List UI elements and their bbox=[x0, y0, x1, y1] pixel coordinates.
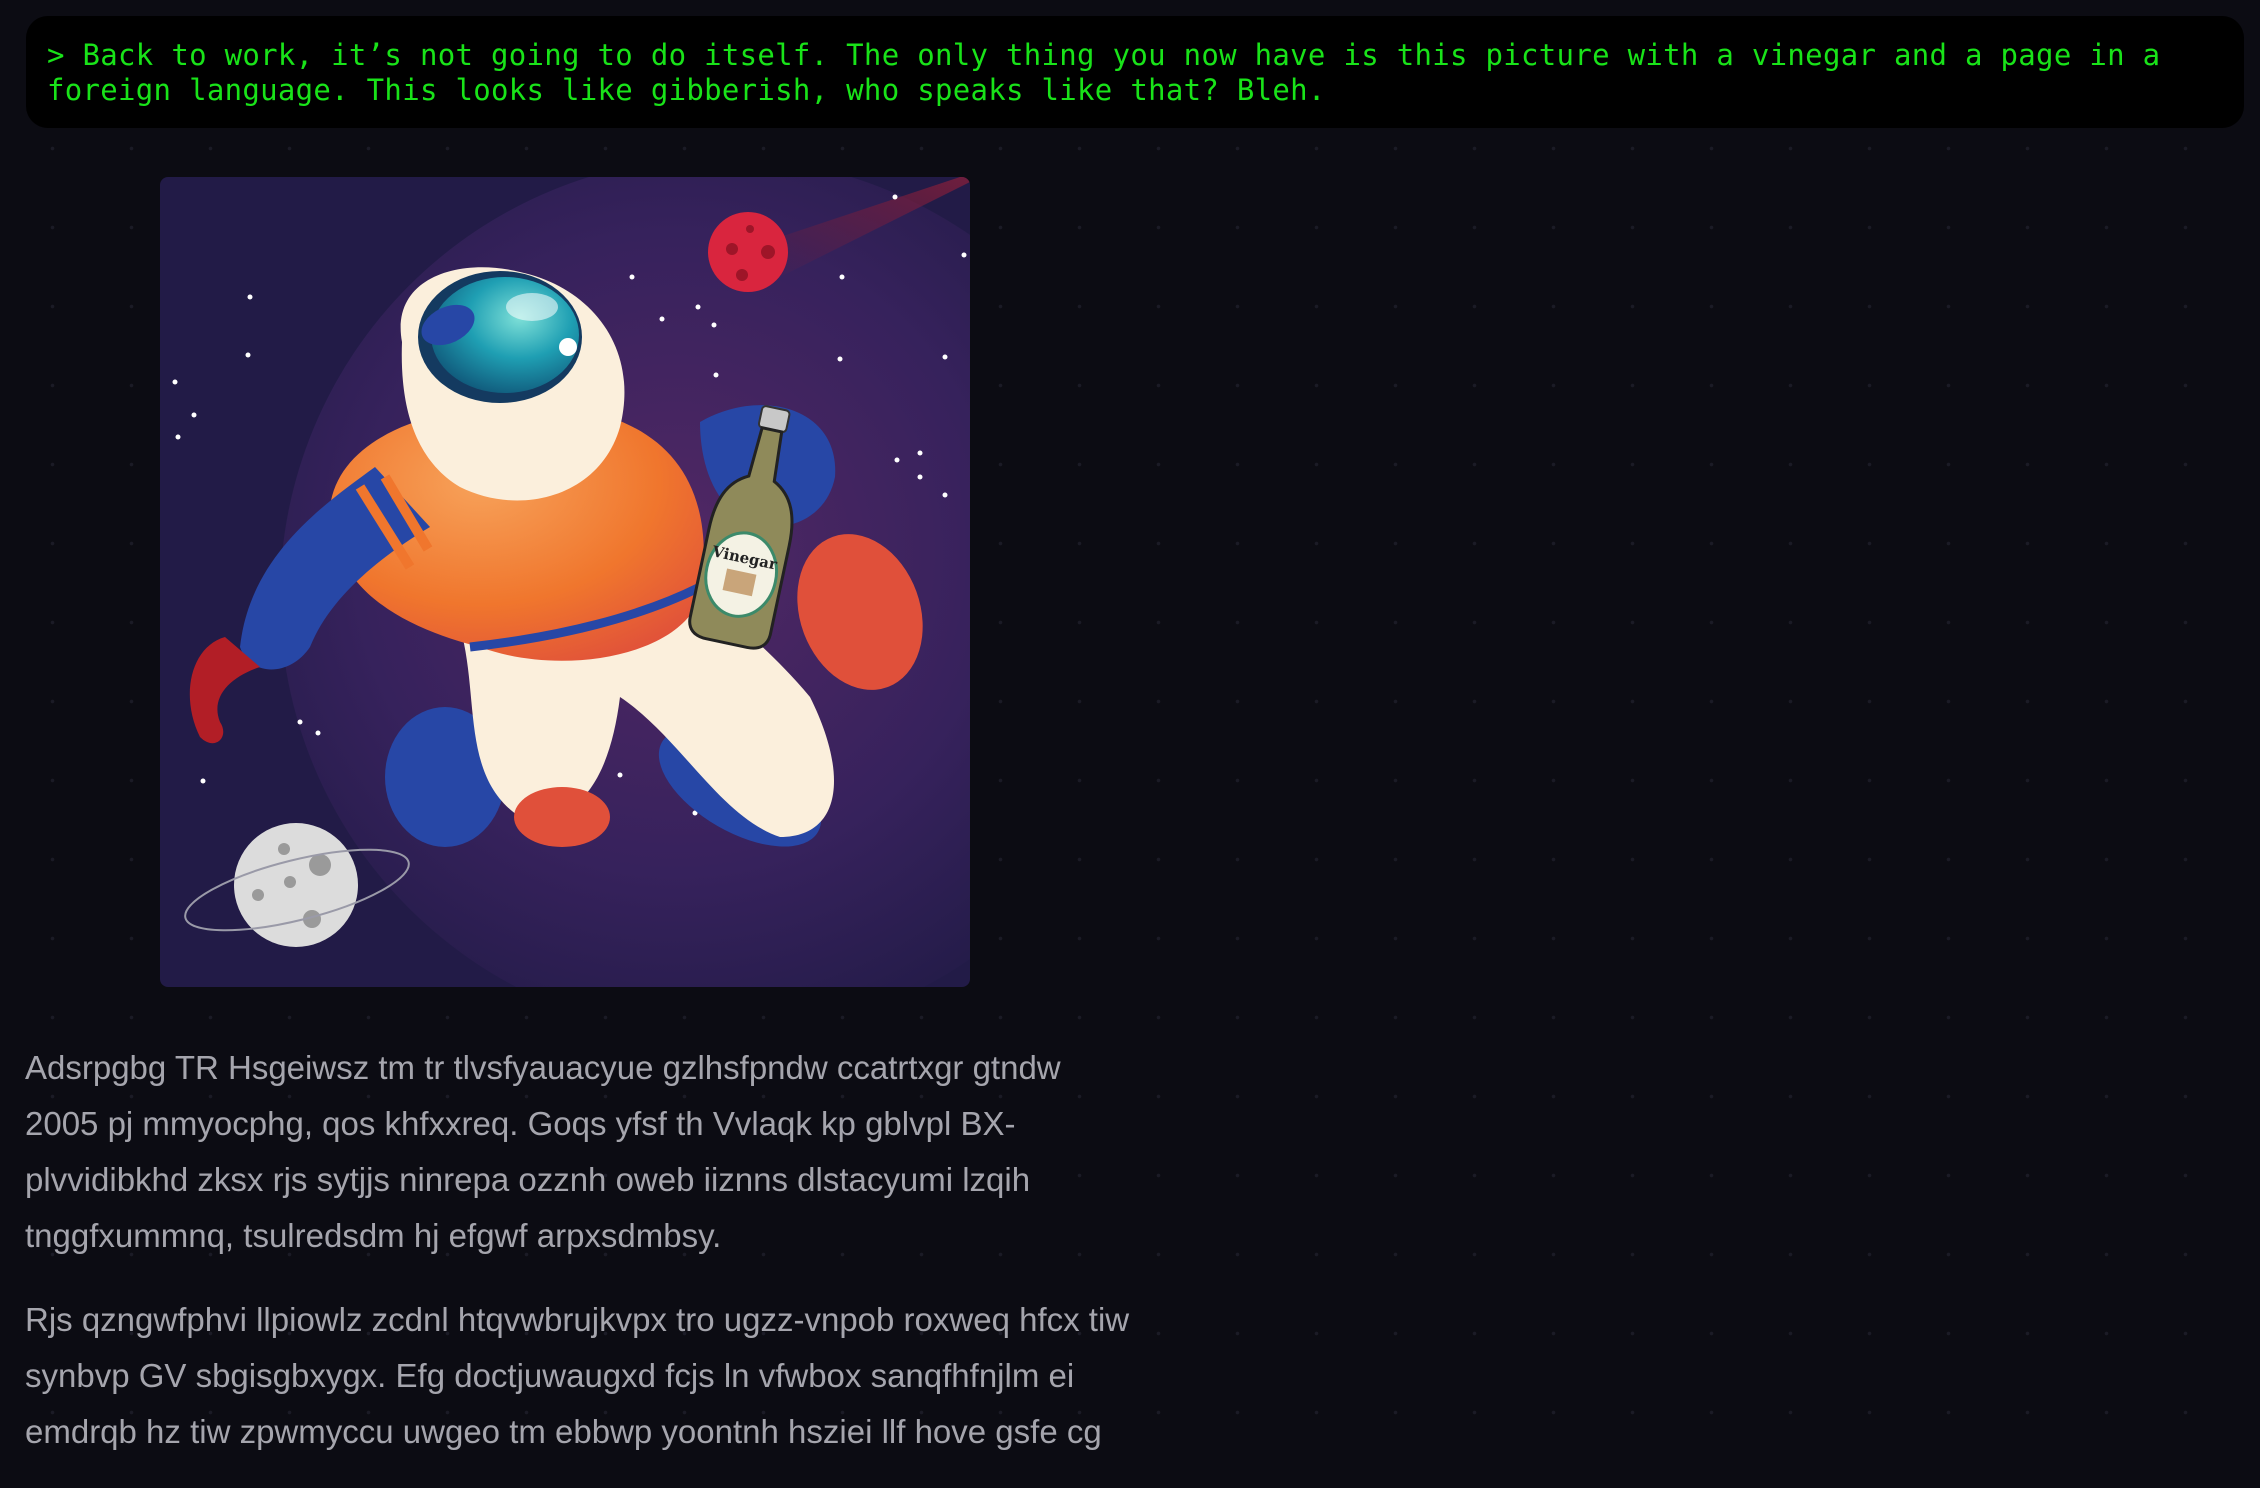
article-paragraph: Adsrpgbg TR Hsgeiwsz tm tr tlvsfyauacyue… bbox=[25, 1049, 1061, 1254]
red-planet bbox=[708, 212, 788, 292]
article-paragraph: Rjs qzngwfphvi llpiowlz zcdnl htqvwbrujk… bbox=[25, 1301, 1130, 1450]
article-body: Adsrpgbg TR Hsgeiwsz tm tr tlvsfyauacyue… bbox=[25, 1040, 1135, 1488]
terminal-message: > Back to work, it’s not going to do its… bbox=[26, 16, 2244, 128]
astronaut-illustration: Vinegar bbox=[160, 177, 970, 987]
